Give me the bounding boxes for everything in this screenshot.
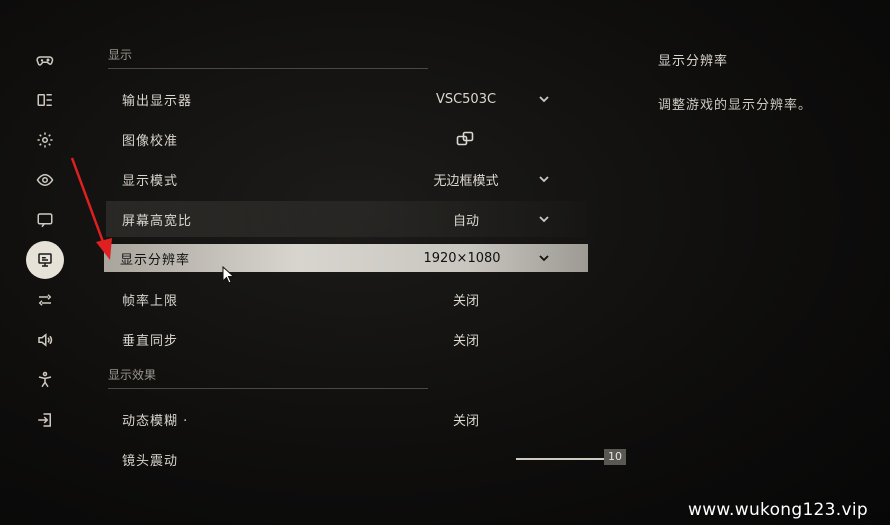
speaker-icon[interactable] <box>28 323 62 357</box>
setting-row-calibration[interactable]: 图像校准 <box>106 121 586 157</box>
chevron-down-icon[interactable] <box>536 91 552 107</box>
setting-row-output-display[interactable]: 输出显示器 VSC503C <box>106 81 586 117</box>
setting-label: 图像校准 <box>122 133 179 149</box>
setting-row-resolution[interactable]: 显示分辨率 1920×1080 <box>104 244 588 272</box>
setting-row-vsync[interactable]: 垂直同步 关闭 <box>106 321 586 357</box>
section-header-display-effects: 显示效果 <box>108 366 428 389</box>
setting-row-display-mode[interactable]: 显示模式 无边框模式 <box>106 161 586 197</box>
external-link-icon[interactable] <box>456 131 474 147</box>
exit-icon[interactable] <box>28 403 62 437</box>
setting-value: 自动 <box>452 213 479 229</box>
setting-value: 关闭 <box>452 333 479 349</box>
watermark-text: www.wukong123.vip <box>688 500 868 520</box>
setting-row-motion-blur[interactable]: 动态模糊 · 关闭 <box>106 401 586 437</box>
slider-fill <box>516 458 608 460</box>
chat-icon[interactable] <box>28 203 62 237</box>
setting-label: 垂直同步 <box>122 333 179 349</box>
monitor-icon[interactable] <box>26 241 64 279</box>
setting-row-camera-shake[interactable]: 镜头震动 10 <box>106 441 626 477</box>
camera-shake-slider[interactable] <box>516 458 608 460</box>
setting-value: VSC503C <box>435 91 497 107</box>
setting-label: 输出显示器 <box>122 93 193 109</box>
setting-label: 显示分辨率 <box>120 252 191 268</box>
section-header-display: 显示 <box>108 46 428 69</box>
setting-row-fps-limit[interactable]: 帧率上限 关闭 <box>106 281 586 317</box>
setting-label: 动态模糊 · <box>122 413 189 429</box>
annotation-arrow <box>70 157 112 260</box>
eye-icon[interactable] <box>28 163 62 197</box>
gear-icon[interactable] <box>28 123 62 157</box>
setting-value: 1920×1080 <box>423 250 501 266</box>
chevron-down-icon[interactable] <box>536 211 552 227</box>
description-text: 调整游戏的显示分辨率。 <box>658 98 813 113</box>
accessibility-icon[interactable] <box>28 363 62 397</box>
setting-value: 关闭 <box>452 413 479 429</box>
slider-value: 10 <box>604 449 626 465</box>
setting-value: 无边框模式 <box>433 173 499 189</box>
gamepad-icon[interactable] <box>28 43 62 77</box>
setting-label: 帧率上限 <box>122 293 179 309</box>
chevron-down-icon[interactable] <box>536 171 552 187</box>
mouse-cursor-icon <box>222 266 235 284</box>
sliders-icon[interactable] <box>28 283 62 317</box>
setting-label: 显示模式 <box>122 173 179 189</box>
setting-row-aspect-ratio[interactable]: 屏幕高宽比 自动 <box>106 201 586 237</box>
chevron-down-icon[interactable] <box>536 250 552 266</box>
description-title: 显示分辨率 <box>658 54 729 69</box>
setting-label: 镜头震动 <box>122 453 179 469</box>
setting-value: 关闭 <box>452 293 479 309</box>
key-binding-icon[interactable] <box>28 83 62 117</box>
setting-label: 屏幕高宽比 <box>122 213 193 229</box>
